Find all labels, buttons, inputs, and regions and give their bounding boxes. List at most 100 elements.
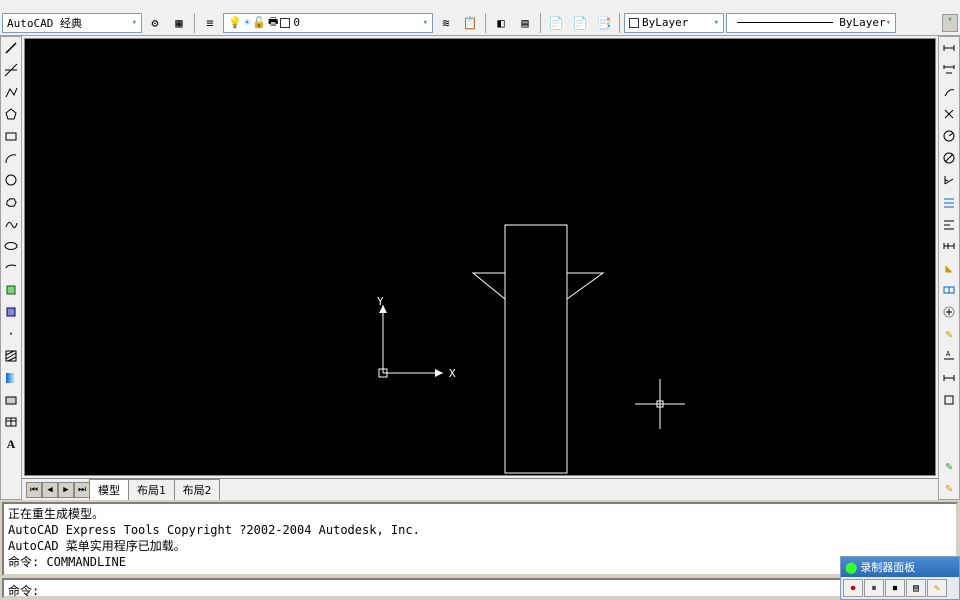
tab-last-button[interactable]: ⏭: [74, 482, 90, 498]
table-tool[interactable]: [1, 412, 21, 432]
main-area: · A Y X: [0, 36, 960, 500]
revision-cloud-tool[interactable]: [1, 192, 21, 212]
workspace-dropdown[interactable]: AutoCAD 经典 ▾: [2, 13, 142, 33]
layer-dropdown[interactable]: 💡 ☀ 🔓 🖶 0 ▾: [223, 13, 433, 33]
dimension-radius-tool[interactable]: [939, 126, 959, 146]
tab-next-button[interactable]: ▶: [58, 482, 74, 498]
workspace-settings-icon[interactable]: ⚙: [144, 12, 166, 34]
circle-tool[interactable]: [1, 170, 21, 190]
polygon-tool[interactable]: [1, 104, 21, 124]
tab-layout1[interactable]: 布局1: [128, 479, 175, 500]
tab-model[interactable]: 模型: [89, 479, 129, 500]
dimension-continue-tool[interactable]: [939, 236, 959, 256]
construction-line-tool[interactable]: [1, 60, 21, 80]
hatch-tool[interactable]: [1, 346, 21, 366]
recorder-button[interactable]: ✎: [927, 579, 947, 597]
layout-tabs: ⏮ ◀ ▶ ⏭ 模型 布局1 布局2: [22, 478, 938, 500]
center-mark-tool[interactable]: [939, 302, 959, 322]
crosshair-cursor: [635, 379, 685, 429]
linetype-label: ByLayer: [839, 16, 885, 29]
drawing-canvas[interactable]: Y X: [24, 38, 936, 476]
toolbar-button[interactable]: 📄: [569, 12, 591, 34]
chevron-down-icon: ▾: [886, 18, 891, 28]
polyline-tool[interactable]: [1, 82, 21, 102]
recorder-title-bar[interactable]: ⬤ 录制器面板: [841, 557, 959, 577]
color-label: ByLayer: [642, 16, 688, 29]
linetype-sample: [737, 22, 833, 23]
rectangle-tool[interactable]: [1, 126, 21, 146]
sun-icon: ☀: [244, 16, 251, 29]
cmd-history-line: 命令: COMMANDLINE: [8, 554, 952, 570]
layer-states-icon[interactable]: 📋: [459, 12, 481, 34]
record-button[interactable]: ⏺: [843, 579, 863, 597]
properties-tool[interactable]: ✎: [939, 456, 959, 476]
recorder-panel: ⬤ 录制器面板 ⏺ ⏸ ⏹ ▤ ✎: [840, 556, 960, 600]
draw-toolbar: · A: [0, 36, 22, 500]
modify-toolbar: ◣ ✎ A ✎ ✎: [938, 36, 960, 500]
dimension-diameter-tool[interactable]: [939, 148, 959, 168]
canvas-container: Y X ⏮ ◀ ▶ ⏭ 模型 布局1 布局2: [22, 36, 938, 500]
dimension-linear-tool[interactable]: [939, 60, 959, 80]
toolbar-button[interactable]: ◧: [490, 12, 512, 34]
dimension-text-edit-tool[interactable]: A: [939, 346, 959, 366]
dimension-update-tool[interactable]: [939, 368, 959, 388]
layer-previous-icon[interactable]: ≋: [435, 12, 457, 34]
chevron-down-icon: ▾: [423, 18, 428, 28]
standard-toolbar: [0, 0, 960, 10]
point-tool[interactable]: ·: [1, 324, 21, 344]
toolbar-button[interactable]: 📑: [593, 12, 615, 34]
svg-text:A: A: [946, 350, 951, 358]
cmd-history-line: AutoCAD Express Tools Copyright ?2002-20…: [8, 522, 952, 538]
plot-icon: 🖶: [268, 13, 278, 32]
line-tool[interactable]: [1, 38, 21, 58]
match-properties-tool[interactable]: ✎: [939, 478, 959, 498]
recorder-button[interactable]: ▤: [906, 579, 926, 597]
toolbar-button[interactable]: ▦: [168, 12, 190, 34]
workspace-label: AutoCAD 经典: [7, 15, 82, 31]
make-block-tool[interactable]: [1, 302, 21, 322]
color-swatch: [629, 18, 639, 28]
toolbar-button[interactable]: 📄: [545, 12, 567, 34]
dimension-baseline-tool[interactable]: [939, 214, 959, 234]
linetype-dropdown[interactable]: ByLayer ▾: [726, 13, 896, 33]
pause-button[interactable]: ⏸: [864, 579, 884, 597]
text-tool[interactable]: A: [1, 434, 21, 454]
recorder-icon: ⬤: [845, 561, 857, 574]
color-dropdown[interactable]: ByLayer ▾: [624, 13, 724, 33]
tab-prev-button[interactable]: ◀: [42, 482, 58, 498]
chevron-down-icon[interactable]: ▾: [942, 14, 958, 32]
ellipse-tool[interactable]: [1, 236, 21, 256]
toolbar-button[interactable]: ▤: [514, 12, 536, 34]
ucs-x-label: X: [449, 367, 456, 380]
quick-dimension-tool[interactable]: [939, 192, 959, 212]
dimension-edit-tool[interactable]: ✎: [939, 324, 959, 344]
dimstyle-tool[interactable]: [939, 390, 959, 410]
layer-manager-icon[interactable]: ≡: [199, 12, 221, 34]
ellipse-arc-tool[interactable]: [1, 258, 21, 278]
insert-block-tool[interactable]: [1, 280, 21, 300]
dimension-aligned-tool[interactable]: [939, 82, 959, 102]
cmd-prompt: 命令:: [8, 584, 39, 598]
dimension-arc-tool[interactable]: [939, 104, 959, 124]
command-window[interactable]: 正在重生成模型。 AutoCAD Express Tools Copyright…: [2, 502, 958, 576]
stop-button[interactable]: ⏹: [885, 579, 905, 597]
chevron-down-icon: ▾: [714, 18, 719, 28]
recorder-controls: ⏺ ⏸ ⏹ ▤ ✎: [841, 577, 959, 599]
lightbulb-icon: 💡: [228, 16, 242, 29]
layer-name: 0: [293, 16, 300, 29]
spline-tool[interactable]: [1, 214, 21, 234]
command-input[interactable]: 命令:: [2, 578, 958, 598]
dimension-angular-tool[interactable]: [939, 170, 959, 190]
lock-icon: 🔓: [252, 16, 266, 29]
cmd-history-line: 正在重生成模型。: [8, 506, 952, 522]
recorder-title: 录制器面板: [860, 559, 915, 575]
chevron-down-icon: ▾: [132, 18, 137, 28]
tolerance-tool[interactable]: [939, 280, 959, 300]
region-tool[interactable]: [1, 390, 21, 410]
arc-tool[interactable]: [1, 148, 21, 168]
gradient-tool[interactable]: [1, 368, 21, 388]
tab-layout2[interactable]: 布局2: [174, 479, 221, 500]
leader-tool[interactable]: ◣: [939, 258, 959, 278]
tab-first-button[interactable]: ⏮: [26, 482, 42, 498]
distance-tool[interactable]: [939, 38, 959, 58]
